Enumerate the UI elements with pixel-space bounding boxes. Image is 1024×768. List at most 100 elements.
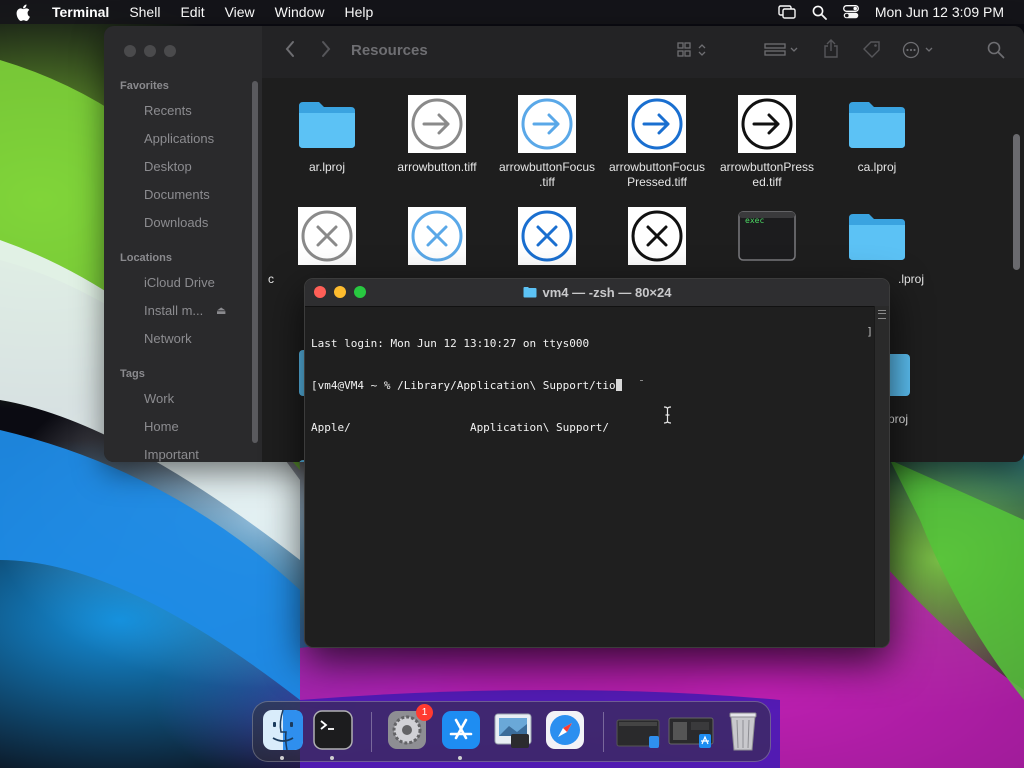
menu-edit[interactable]: Edit xyxy=(180,4,204,20)
dock-terminal[interactable] xyxy=(311,708,355,760)
hamburger-icon[interactable] xyxy=(878,310,886,319)
menu-shell[interactable]: Shell xyxy=(129,4,160,20)
dock-preview[interactable] xyxy=(491,708,535,752)
sidebar-item-tag-work[interactable]: Work xyxy=(144,391,174,406)
menu-view[interactable]: View xyxy=(225,4,255,20)
x-circle-icon xyxy=(627,206,687,266)
file-item-tiff[interactable] xyxy=(492,206,602,266)
sidebar-item-install-volume[interactable]: Install m... xyxy=(144,303,203,318)
running-indicator xyxy=(458,756,462,760)
documents-stack-icon xyxy=(668,717,714,748)
arrow-right-circle-icon xyxy=(517,94,577,154)
dock: 1 xyxy=(252,701,771,762)
file-grid-scrollbar[interactable] xyxy=(1013,134,1020,270)
arrow-right-circle-icon xyxy=(627,94,687,154)
file-item-tiff[interactable]: arrowbuttonFocus .tiff xyxy=(492,94,602,190)
terminal-output[interactable]: Last login: Mon Jun 12 13:10:27 on ttys0… xyxy=(311,309,873,643)
menu-window[interactable]: Window xyxy=(275,4,325,20)
file-item-tiff[interactable] xyxy=(602,206,712,266)
x-circle-icon xyxy=(517,206,577,266)
sidebar-scrollbar[interactable] xyxy=(252,81,258,443)
terminal-line: Last login: Mon Jun 12 13:10:27 on ttys0… xyxy=(311,337,590,350)
file-name: arrowbuttonFocus Pressed.tiff xyxy=(608,160,706,189)
dock-finder[interactable] xyxy=(261,708,305,760)
terminal-command: [vm4@VM4 ~ % /Library/Application\ Suppo… xyxy=(311,379,616,392)
folder-icon xyxy=(523,286,537,301)
finder-window-controls xyxy=(124,45,176,57)
file-item-tiff[interactable]: arrowbuttonFocus Pressed.tiff xyxy=(602,94,712,190)
forward-chevron-icon[interactable] xyxy=(320,40,332,63)
trash-icon xyxy=(729,712,757,751)
icon-view-grid-icon[interactable] xyxy=(677,42,709,63)
dock-separator xyxy=(371,712,372,752)
menu-bar-clock[interactable]: Mon Jun 12 3:09 PM xyxy=(875,4,1004,20)
file-item-tiff[interactable] xyxy=(382,206,492,266)
dock-safari[interactable] xyxy=(543,708,587,752)
group-by-icon[interactable] xyxy=(764,42,802,63)
file-name: arrowbutton.tiff xyxy=(397,160,477,174)
close-button[interactable] xyxy=(124,45,136,57)
window-title: Resources xyxy=(351,42,428,59)
stray-mark xyxy=(640,380,643,381)
file-item-folder[interactable]: ar.lproj xyxy=(272,94,382,175)
sidebar-item-downloads[interactable]: Downloads xyxy=(144,215,208,230)
arrow-right-circle-icon xyxy=(737,94,797,154)
action-menu-icon[interactable] xyxy=(902,41,938,64)
file-item-folder[interactable]: .lproj xyxy=(822,206,932,287)
spotlight-search-icon[interactable] xyxy=(812,5,827,20)
menu-terminal[interactable]: Terminal xyxy=(52,4,109,20)
file-item-tiff[interactable]: c xyxy=(268,206,382,287)
control-center-icon[interactable] xyxy=(842,5,859,19)
terminal-title-bar[interactable]: vm4 — -zsh — 80×24 xyxy=(305,279,889,307)
sidebar-item-documents[interactable]: Documents xyxy=(144,187,210,202)
tag-icon[interactable] xyxy=(862,40,882,65)
dock-downloads-stack[interactable] xyxy=(615,708,663,752)
ibeam-cursor-icon xyxy=(663,406,672,429)
dock-trash[interactable] xyxy=(721,708,765,752)
dock-system-settings[interactable]: 1 xyxy=(385,704,433,752)
finder-toolbar: Resources xyxy=(262,26,1024,78)
terminal-bracket: ] xyxy=(866,325,873,338)
search-icon[interactable] xyxy=(987,41,1005,64)
terminal-line: Apple/ Application\ Support/ xyxy=(311,421,610,434)
back-chevron-icon[interactable] xyxy=(284,40,296,63)
share-icon[interactable] xyxy=(823,39,839,64)
finder-icon xyxy=(263,709,303,751)
exec-label: exec xyxy=(745,216,765,225)
file-item-folder[interactable]: ca.lproj xyxy=(822,94,932,175)
file-item-exec[interactable]: exec xyxy=(712,206,822,266)
sidebar-header-tags: Tags xyxy=(120,368,145,380)
file-name: arrowbuttonFocus .tiff xyxy=(498,160,596,189)
eject-icon[interactable]: ⏏ xyxy=(216,304,226,317)
sidebar-item-network[interactable]: Network xyxy=(144,331,192,346)
folder-icon xyxy=(888,354,910,396)
sidebar-item-tag-home[interactable]: Home xyxy=(144,419,179,434)
x-circle-icon xyxy=(407,206,467,266)
file-name: ar.lproj xyxy=(308,160,346,174)
preview-icon xyxy=(494,713,532,748)
terminal-title: vm4 — -zsh — 80×24 xyxy=(305,285,889,301)
sidebar-item-applications[interactable]: Applications xyxy=(144,131,214,146)
minimize-button[interactable] xyxy=(144,45,156,57)
sidebar-header-favorites: Favorites xyxy=(120,80,169,92)
sidebar-header-locations: Locations xyxy=(120,252,172,264)
safari-icon xyxy=(546,711,584,749)
terminal-title-text: vm4 — -zsh — 80×24 xyxy=(542,285,672,300)
sidebar-item-tag-important[interactable]: Important xyxy=(144,447,199,462)
sidebar-item-desktop[interactable]: Desktop xyxy=(144,159,192,174)
running-indicator xyxy=(330,756,334,760)
screen-mirroring-icon[interactable] xyxy=(778,5,796,19)
zoom-button[interactable] xyxy=(164,45,176,57)
menu-help[interactable]: Help xyxy=(344,4,373,20)
file-item-tiff[interactable]: arrowbutton.tiff xyxy=(382,94,492,175)
sidebar-item-icloud-drive[interactable]: iCloud Drive xyxy=(144,275,215,290)
dock-separator xyxy=(603,712,604,752)
sidebar-item-recents[interactable]: Recents xyxy=(144,103,192,118)
apple-menu-icon[interactable] xyxy=(16,2,34,22)
terminal-scrollbar[interactable] xyxy=(874,306,889,647)
x-circle-icon xyxy=(297,206,357,266)
dock-app-store[interactable] xyxy=(439,708,483,760)
dock-documents-stack[interactable] xyxy=(667,708,717,752)
folder-icon xyxy=(847,206,907,266)
file-item-tiff[interactable]: arrowbuttonPress ed.tiff xyxy=(712,94,822,190)
